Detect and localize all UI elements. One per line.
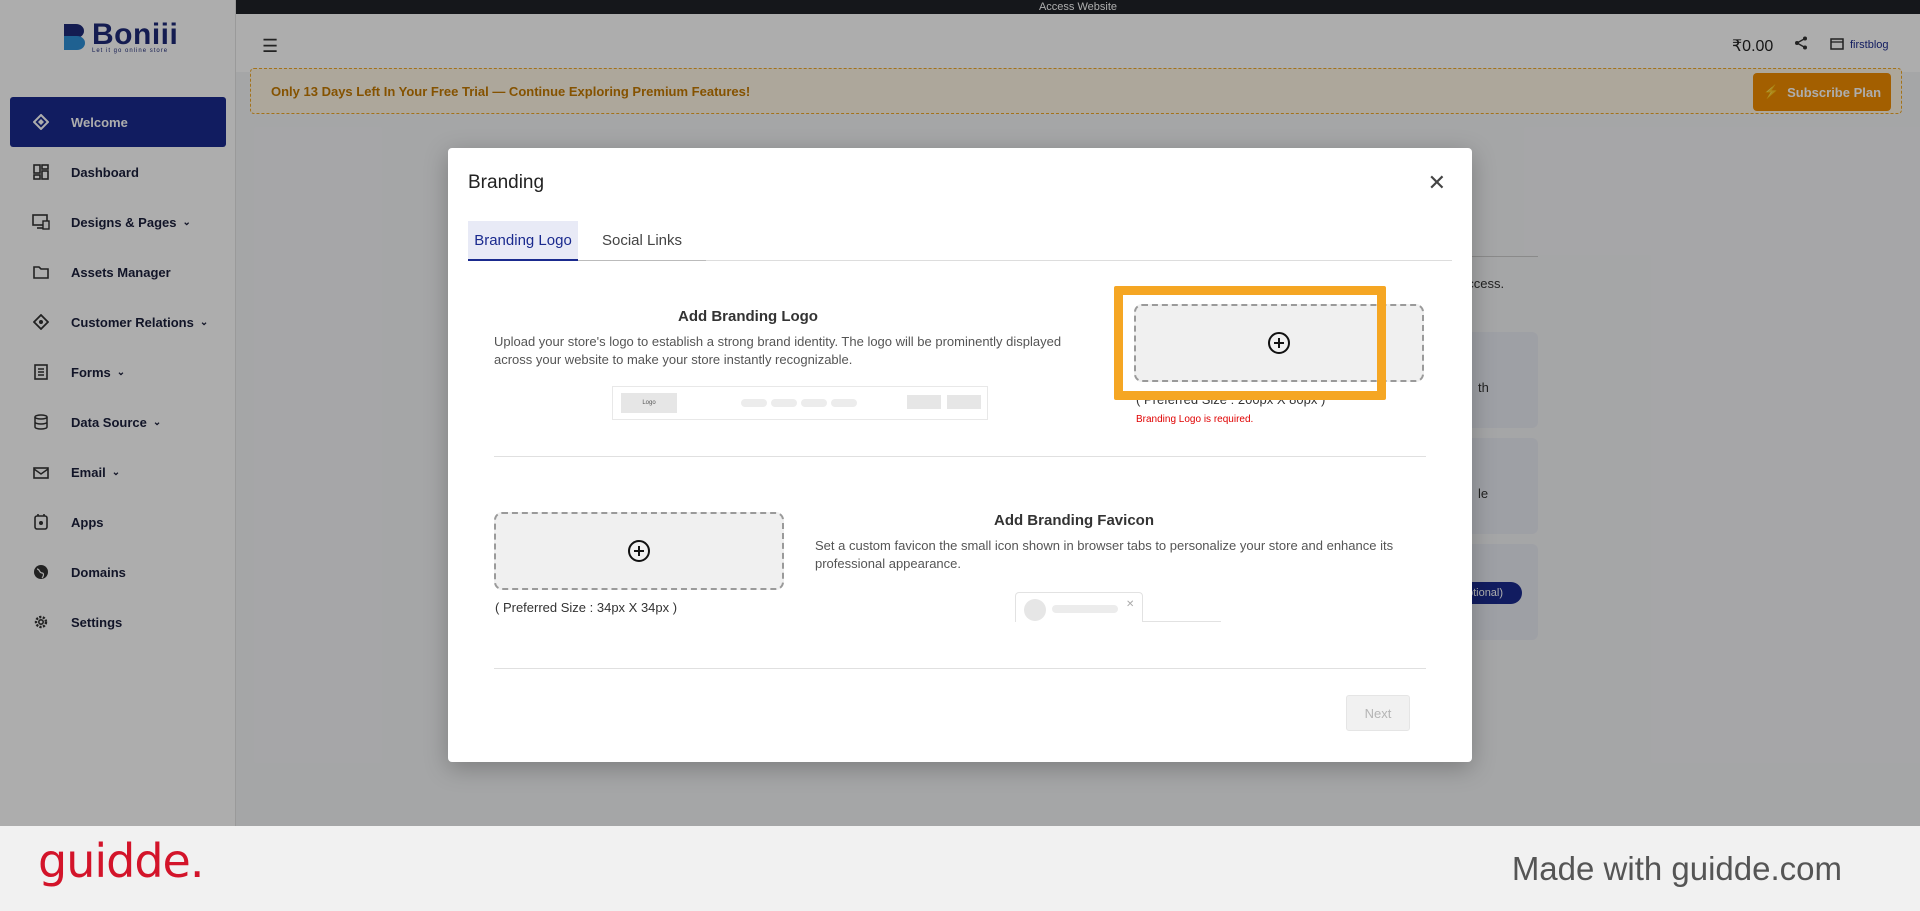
tab-branding-logo[interactable]: Branding Logo bbox=[468, 221, 578, 261]
close-icon: ✕ bbox=[1126, 599, 1135, 610]
modal-title: Branding bbox=[468, 172, 545, 193]
browser-tab-preview: ✕ bbox=[1015, 592, 1143, 622]
tab-social-links[interactable]: Social Links bbox=[578, 221, 706, 261]
logo-section-title: Add Branding Logo bbox=[678, 308, 818, 325]
favicon-preview-illustration: ✕ bbox=[1015, 592, 1221, 622]
section-divider bbox=[494, 456, 1426, 457]
modal-tabs: Branding Logo Social Links bbox=[468, 221, 1452, 261]
logo-preview-label: Logo bbox=[621, 393, 677, 413]
tab-baseline bbox=[1143, 621, 1221, 622]
favicon-upload-dropzone[interactable] bbox=[494, 512, 784, 590]
favicon-section-description: Set a custom favicon the small icon show… bbox=[815, 538, 1394, 571]
logo-error-message: Branding Logo is required. bbox=[1136, 414, 1254, 425]
section-divider bbox=[494, 668, 1426, 669]
favicon-section-title: Add Branding Favicon bbox=[993, 512, 1154, 529]
next-button[interactable]: Next bbox=[1346, 695, 1410, 731]
tab-title-placeholder bbox=[1052, 605, 1118, 613]
close-icon[interactable]: ✕ bbox=[1428, 170, 1446, 196]
preview-button-placeholder bbox=[947, 395, 981, 409]
branding-modal: Branding ✕ Branding Logo Social Links Ad… bbox=[448, 148, 1472, 762]
preview-nav-placeholder bbox=[741, 399, 767, 407]
logo-section-description: Upload your store's logo to establish a … bbox=[494, 334, 1062, 367]
logo-preview-illustration: Logo bbox=[612, 386, 988, 420]
guidde-footer: guidde. Made with guidde.com bbox=[0, 826, 1920, 911]
preview-nav-placeholder bbox=[801, 399, 827, 407]
favicon-preferred-size: ( Preferred Size : 34px X 34px ) bbox=[495, 600, 678, 615]
preview-nav-placeholder bbox=[831, 399, 857, 407]
preview-button-placeholder bbox=[907, 395, 941, 409]
favicon-placeholder bbox=[1024, 599, 1046, 621]
app-window: Access Website Boniii Let it go online s… bbox=[0, 0, 1920, 826]
preview-nav-placeholder bbox=[771, 399, 797, 407]
guidde-logo: guidde. bbox=[38, 834, 204, 888]
highlight-frame bbox=[1114, 286, 1386, 400]
add-circle-icon bbox=[628, 540, 650, 562]
made-with-text: Made with guidde.com bbox=[1511, 850, 1842, 887]
